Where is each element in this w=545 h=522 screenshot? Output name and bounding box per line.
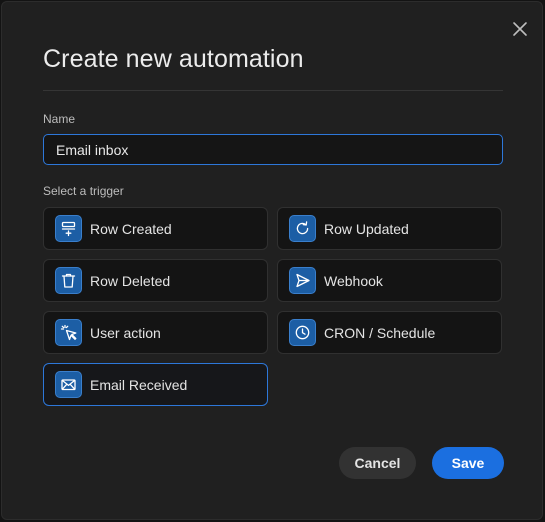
name-input[interactable] bbox=[43, 134, 503, 165]
name-field-label: Name bbox=[43, 112, 76, 126]
trigger-label: Row Deleted bbox=[90, 273, 171, 289]
trigger-row-deleted[interactable]: Row Deleted bbox=[43, 259, 268, 302]
cancel-button[interactable]: Cancel bbox=[339, 447, 416, 479]
cursor-click-icon bbox=[55, 319, 82, 346]
trigger-label: User action bbox=[90, 325, 161, 341]
create-automation-dialog: Create new automation Name Select a trig… bbox=[1, 1, 543, 520]
trash-icon bbox=[55, 267, 82, 294]
trigger-label: Email Received bbox=[90, 377, 188, 393]
trigger-row-created[interactable]: Row Created bbox=[43, 207, 268, 250]
dialog-title: Create new automation bbox=[43, 45, 304, 73]
trigger-section-label: Select a trigger bbox=[43, 184, 124, 198]
save-button[interactable]: Save bbox=[432, 447, 504, 479]
close-button[interactable] bbox=[510, 19, 530, 39]
title-divider bbox=[43, 90, 503, 91]
trigger-email-received[interactable]: Email Received bbox=[43, 363, 268, 406]
refresh-icon bbox=[289, 215, 316, 242]
trigger-label: Row Created bbox=[90, 221, 172, 237]
trigger-row-updated[interactable]: Row Updated bbox=[277, 207, 502, 250]
row-created-icon bbox=[55, 215, 82, 242]
envelope-icon bbox=[55, 371, 82, 398]
trigger-user-action[interactable]: User action bbox=[43, 311, 268, 354]
send-icon bbox=[289, 267, 316, 294]
trigger-label: Row Updated bbox=[324, 221, 409, 237]
trigger-webhook[interactable]: Webhook bbox=[277, 259, 502, 302]
clock-icon bbox=[289, 319, 316, 346]
trigger-label: Webhook bbox=[324, 273, 383, 289]
trigger-cron-schedule[interactable]: CRON / Schedule bbox=[277, 311, 502, 354]
trigger-label: CRON / Schedule bbox=[324, 325, 436, 341]
close-icon bbox=[513, 22, 527, 36]
